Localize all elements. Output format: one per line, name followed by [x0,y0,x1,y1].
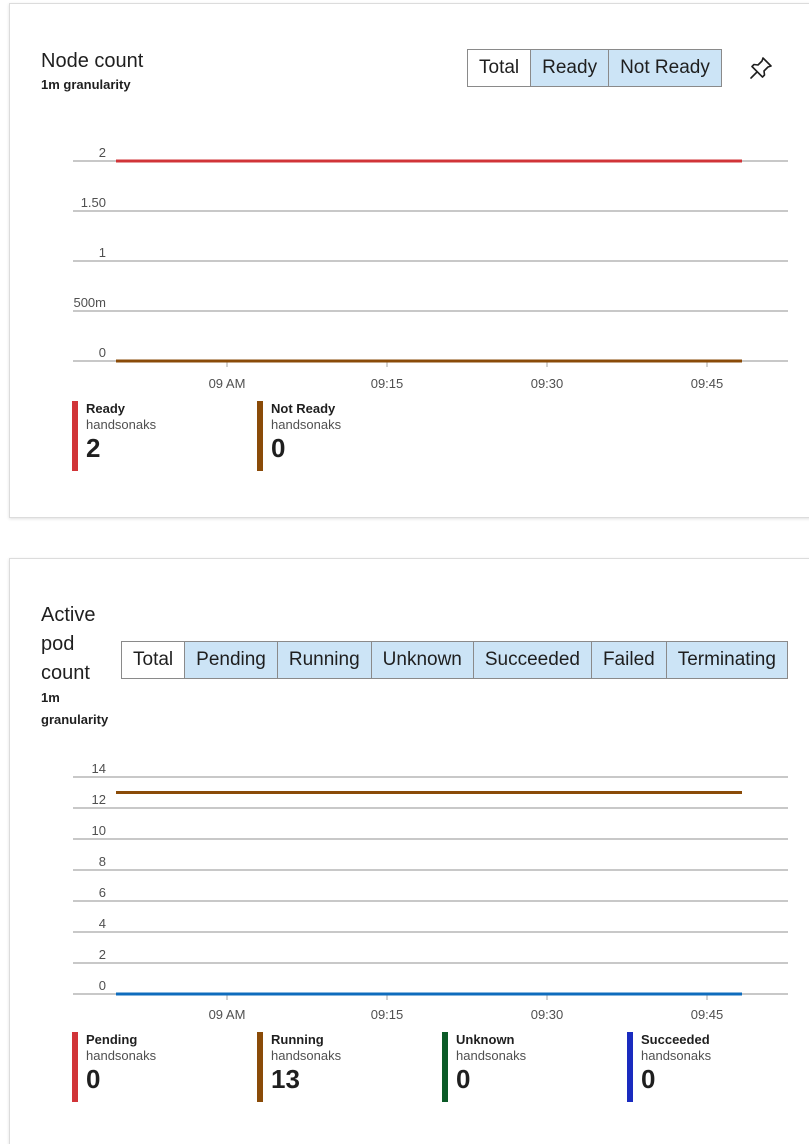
active-pod-count-card: Active pod count 1m granularity Total Pe… [9,558,809,1144]
y-tick-label: 6 [99,885,106,900]
legend-value: 0 [271,433,286,464]
toggle-running[interactable]: Running [277,642,372,678]
pin-icon[interactable] [748,55,774,81]
legend-cluster: handsonaks [271,1047,342,1063]
y-tick-label: 1 [99,245,106,260]
legend-item-pending: Pending handsonaks 0 [72,1032,257,1102]
x-tick-label: 09 AM [209,1007,246,1022]
granularity-line: 1m [41,690,60,705]
active-pod-count-title: Active pod count [41,601,95,688]
toggle-terminating[interactable]: Terminating [666,642,787,678]
legend-color-bar [442,1032,448,1102]
legend-color-bar [257,1032,263,1102]
x-tick-label: 09:30 [531,376,564,391]
y-tick-label: 14 [92,761,106,776]
toggle-total[interactable]: Total [468,50,532,86]
pod-count-legend: Pending handsonaks 0 Running handsonaks … [72,1032,809,1102]
legend-item-running: Running handsonaks 13 [257,1032,442,1102]
legend-name: Ready [86,401,126,416]
legend-color-bar [257,401,263,471]
y-tick-label: 12 [92,792,106,807]
legend-item-unknown: Unknown handsonaks 0 [442,1032,627,1102]
legend-value: 2 [86,433,101,464]
pin-icon-svg [750,57,772,79]
y-tick-label: 4 [99,916,106,931]
y-tick-label: 0 [99,345,106,360]
title-line: pod [41,633,75,655]
node-count-legend: Ready handsonaks 2 Not Ready handsonaks … [72,401,442,471]
legend-name: Running [271,1032,324,1047]
legend-item-succeeded: Succeeded handsonaks 0 [627,1032,809,1102]
legend-cluster: handsonaks [271,416,342,432]
x-tick-label: 09:15 [371,376,404,391]
legend-value: 0 [86,1064,101,1095]
x-tick-label: 09:30 [531,1007,564,1022]
legend-color-bar [72,1032,78,1102]
node-count-granularity: 1m granularity [41,77,131,92]
y-tick-label: 0 [99,978,106,993]
toggle-succeeded[interactable]: Succeeded [473,642,592,678]
legend-name: Unknown [456,1032,515,1047]
title-line: count [41,662,90,684]
x-tick-label: 09 AM [209,376,246,391]
legend-name: Pending [86,1032,138,1047]
toggle-pending[interactable]: Pending [185,642,278,678]
active-pod-count-granularity: 1m granularity [41,687,108,731]
node-count-chart: 0 500m 1 1.50 2 09 AM 09:15 09:30 09:45 [73,145,788,391]
x-tick-label: 09:15 [371,1007,404,1022]
node-count-toggle-group: Total Ready Not Ready [467,49,722,87]
legend-name: Succeeded [641,1032,710,1047]
pod-count-toggle-group: Total Pending Running Unknown Succeeded … [121,641,788,679]
toggle-unknown[interactable]: Unknown [371,642,474,678]
node-count-title: Node count [41,50,144,72]
y-tick-label: 2 [99,145,106,160]
toggle-total[interactable]: Total [122,642,186,678]
legend-color-bar [627,1032,633,1102]
toggle-ready[interactable]: Ready [531,50,610,86]
legend-cluster: handsonaks [86,1047,157,1063]
toggle-not-ready[interactable]: Not Ready [609,50,721,86]
legend-cluster: handsonaks [456,1047,527,1063]
legend-value: 0 [641,1064,656,1095]
legend-item-ready: Ready handsonaks 2 [72,401,257,471]
title-line: Active [41,604,96,626]
y-tick-label: 500m [73,295,106,310]
y-tick-label: 10 [92,823,106,838]
y-tick-label: 8 [99,854,106,869]
legend-value: 13 [271,1064,300,1095]
legend-color-bar [72,401,78,471]
legend-cluster: handsonaks [86,416,157,432]
legend-value: 0 [456,1064,471,1095]
toggle-failed[interactable]: Failed [591,642,667,678]
active-pod-count-chart: 0 2 4 6 8 10 12 14 09 AM 09:15 09:30 09:45 [73,761,788,1022]
legend-name: Not Ready [271,401,336,416]
legend-item-not-ready: Not Ready handsonaks 0 [257,401,442,471]
x-tick-label: 09:45 [691,1007,724,1022]
node-count-card: Node count 1m granularity Total Ready No… [9,3,809,518]
y-tick-label: 2 [99,947,106,962]
granularity-line: granularity [41,712,109,727]
x-tick-label: 09:45 [691,376,724,391]
y-tick-label: 1.50 [81,195,106,210]
legend-cluster: handsonaks [641,1047,712,1063]
